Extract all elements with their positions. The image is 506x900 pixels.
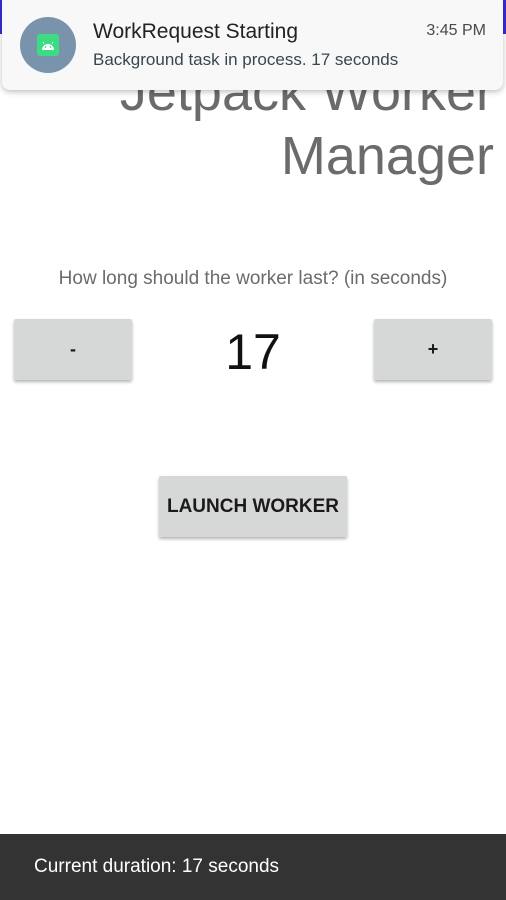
snackbar: Current duration: 17 seconds [0,834,506,900]
notification-body: Background task in process. 17 seconds [93,50,399,69]
snackbar-text: Current duration: 17 seconds [34,856,280,877]
app-title-line2: Manager [280,126,494,186]
notification-time: 3:45 PM [426,22,486,39]
notification-card[interactable]: WorkRequest Starting 3:45 PM Background … [2,0,503,90]
duration-prompt: How long should the worker last? (in sec… [58,268,448,289]
launch-worker-button[interactable]: LAUNCH WORKER [159,476,347,537]
android-icon [20,17,76,73]
notification-title: WorkRequest Starting [93,20,299,43]
duration-value: 17 [225,324,281,380]
increment-button[interactable]: + [374,319,492,380]
decrement-button[interactable]: - [14,319,132,380]
